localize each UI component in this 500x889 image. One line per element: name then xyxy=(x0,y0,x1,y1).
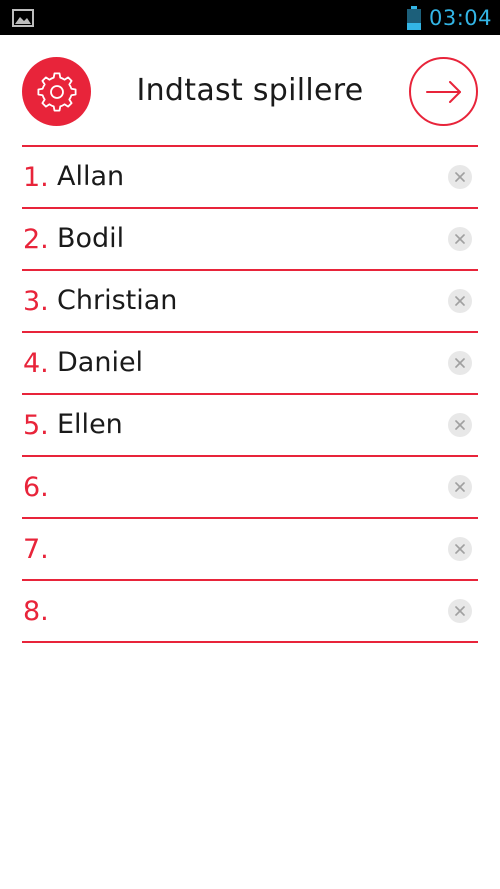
player-list: 1. 2. 3. 4. 5. 6. 7. 8. xyxy=(22,145,478,643)
settings-button[interactable] xyxy=(22,57,91,126)
player-name-input[interactable] xyxy=(57,343,478,383)
clear-icon xyxy=(455,234,465,244)
player-row: 7. xyxy=(22,519,478,581)
player-name-input[interactable] xyxy=(57,219,478,259)
player-row: 8. xyxy=(22,581,478,643)
player-number: 3. xyxy=(23,285,49,317)
player-number: 5. xyxy=(23,409,49,441)
arrow-right-icon xyxy=(425,80,461,103)
player-row: 3. xyxy=(22,271,478,333)
player-number: 8. xyxy=(23,595,49,627)
player-number: 2. xyxy=(23,223,49,255)
player-row: 4. xyxy=(22,333,478,395)
clear-icon xyxy=(455,420,465,430)
status-bar: 03:04 xyxy=(0,0,500,35)
clear-button[interactable] xyxy=(448,289,472,313)
player-name-input[interactable] xyxy=(57,591,478,631)
header: Indtast spillere xyxy=(0,35,500,145)
player-number: 6. xyxy=(23,471,49,503)
next-button[interactable] xyxy=(409,57,478,126)
status-time: 03:04 xyxy=(428,5,492,30)
clear-icon xyxy=(455,358,465,368)
player-name-input[interactable] xyxy=(57,281,478,321)
clear-icon xyxy=(455,482,465,492)
clear-button[interactable] xyxy=(448,475,472,499)
status-left xyxy=(12,8,34,27)
clear-button[interactable] xyxy=(448,165,472,189)
status-right: 03:04 xyxy=(406,5,492,30)
player-name-input[interactable] xyxy=(57,529,478,569)
clear-icon xyxy=(455,296,465,306)
clear-button[interactable] xyxy=(448,537,472,561)
player-name-input[interactable] xyxy=(57,157,478,197)
player-number: 4. xyxy=(23,347,49,379)
player-row: 2. xyxy=(22,209,478,271)
clear-button[interactable] xyxy=(448,351,472,375)
clear-icon xyxy=(455,544,465,554)
player-number: 7. xyxy=(23,533,49,565)
player-row: 6. xyxy=(22,457,478,519)
player-name-input[interactable] xyxy=(57,467,478,507)
clear-icon xyxy=(455,172,465,182)
player-name-input[interactable] xyxy=(57,405,478,445)
gallery-icon xyxy=(12,8,34,27)
clear-button[interactable] xyxy=(448,599,472,623)
clear-icon xyxy=(455,606,465,616)
clear-button[interactable] xyxy=(448,413,472,437)
clear-button[interactable] xyxy=(448,227,472,251)
player-row: 1. xyxy=(22,147,478,209)
page-title: Indtast spillere xyxy=(136,73,364,108)
player-row: 5. xyxy=(22,395,478,457)
gear-icon xyxy=(37,72,76,112)
battery-icon xyxy=(406,5,421,30)
player-number: 1. xyxy=(23,161,49,193)
